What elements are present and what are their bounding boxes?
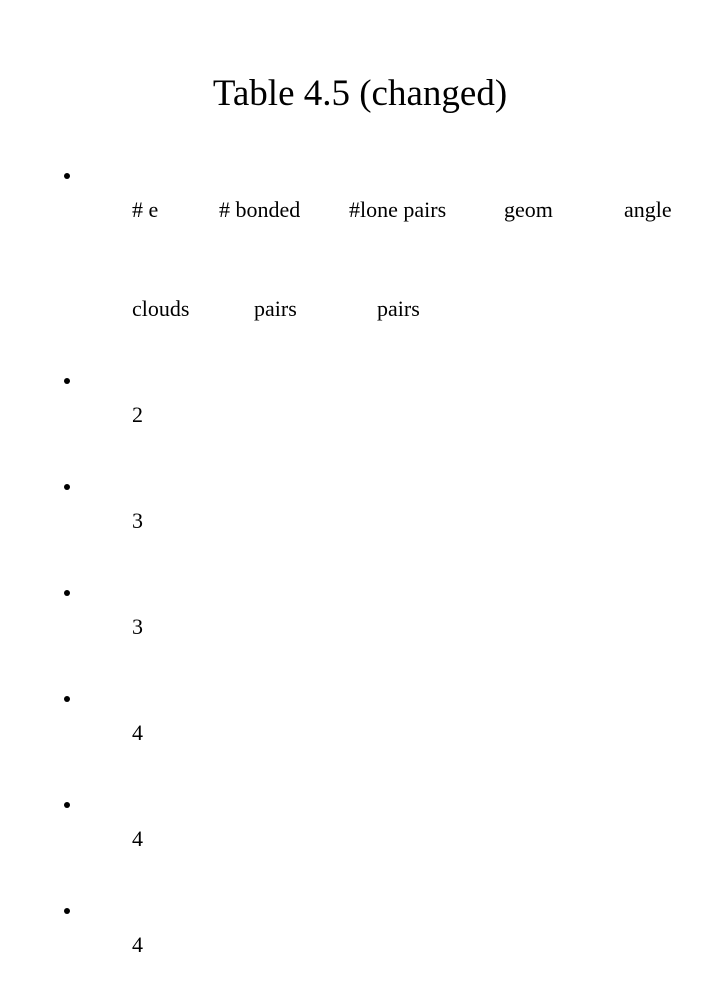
header-line-2: clouds pairs pairs: [88, 259, 692, 358]
header-cell-angle: angle: [624, 197, 672, 222]
bullet-icon: [64, 484, 70, 490]
cell-e-clouds: 3: [132, 508, 143, 533]
list-item[interactable]: 2: [52, 365, 692, 464]
header-cell-e-clouds-cont: clouds: [132, 296, 190, 321]
row-content: 3: [88, 471, 692, 570]
cell-e-clouds: 4: [132, 826, 143, 851]
list-item[interactable]: 4: [52, 789, 692, 888]
row-content: 4: [88, 789, 692, 888]
slide-canvas: Table 4.5 (changed) # e # bonded #lone pai…: [0, 0, 720, 957]
bullet-icon: [64, 173, 70, 179]
header-cell-geom: geom: [504, 197, 553, 222]
header-cell-e-clouds: # e: [132, 197, 159, 222]
cell-e-clouds: 4: [132, 720, 143, 745]
list-item-header[interactable]: # e # bonded #lone pairs geom angle clouds pa…: [52, 160, 692, 358]
list-item[interactable]: 3: [52, 577, 692, 676]
bullet-icon: [64, 590, 70, 596]
header-cell-lone-pairs-cont: pairs: [377, 296, 420, 321]
list-item[interactable]: 4: [52, 683, 692, 782]
list-item[interactable]: 4: [52, 895, 692, 994]
cell-e-clouds: 2: [132, 402, 143, 427]
page-title: Table 4.5 (changed): [212, 73, 508, 114]
header-cell-bonded-pairs-cont: pairs: [254, 296, 297, 321]
list-item[interactable]: 3: [52, 471, 692, 570]
bullet-icon: [64, 378, 70, 384]
row-content: 4: [88, 895, 692, 994]
bullet-icon: [64, 908, 70, 914]
header-cell-lone-pairs: #lone pairs: [349, 197, 447, 222]
header-line-1: # e # bonded #lone pairs geom angle: [88, 160, 692, 259]
cell-e-clouds: 4: [132, 932, 143, 957]
cell-e-clouds: 3: [132, 614, 143, 639]
bullet-icon: [64, 802, 70, 808]
row-content: 2: [88, 365, 692, 464]
row-content: 3: [88, 577, 692, 676]
bullet-list: # e # bonded #lone pairs geom angle clouds pa…: [52, 160, 692, 994]
header-cell-bonded-pairs: # bonded: [219, 197, 301, 222]
bullet-icon: [64, 696, 70, 702]
row-content: 4: [88, 683, 692, 782]
